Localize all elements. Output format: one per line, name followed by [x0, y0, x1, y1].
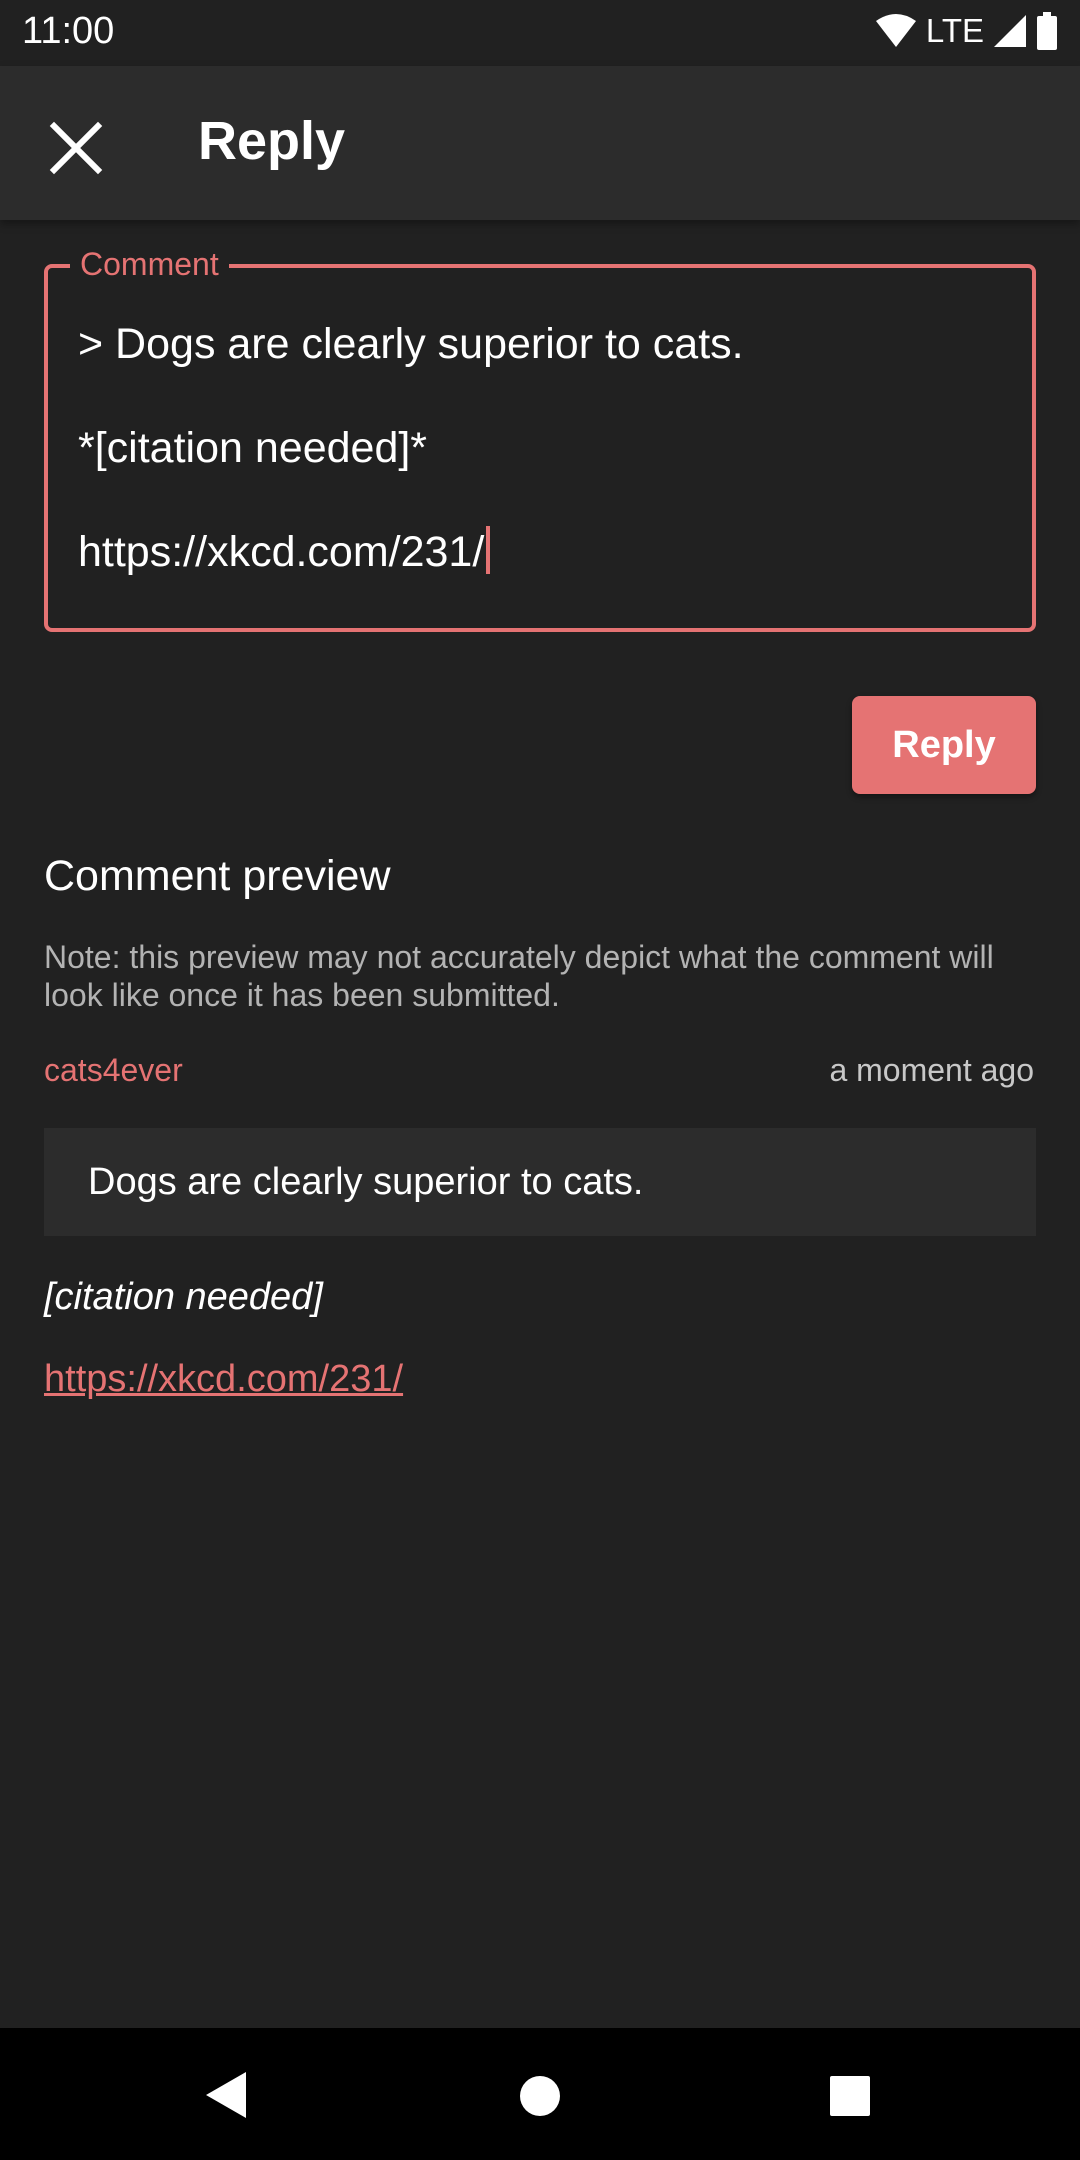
battery-icon	[1037, 12, 1057, 50]
preview-heading: Comment preview	[44, 852, 391, 900]
signal-icon	[994, 15, 1026, 47]
preview-italic-text: [citation needed]	[44, 1276, 323, 1318]
preview-note: Note: this preview may not accurately de…	[44, 939, 994, 1013]
preview-quote: Dogs are clearly superior to cats.	[44, 1128, 1036, 1236]
preview-quote-text: Dogs are clearly superior to cats.	[88, 1160, 644, 1203]
navigation-bar	[0, 2028, 1080, 2160]
status-icons: LTE	[874, 12, 1058, 50]
network-type: LTE	[925, 12, 984, 49]
page-title: Reply	[198, 111, 346, 171]
text-cursor	[486, 526, 491, 574]
comment-author[interactable]: cats4ever	[44, 1052, 183, 1089]
close-icon	[49, 121, 103, 175]
comment-field-label: Comment	[70, 246, 229, 283]
back-icon[interactable]	[204, 2070, 248, 2120]
home-icon[interactable]	[518, 2074, 562, 2118]
status-time: 11:00	[22, 10, 115, 52]
recents-icon[interactable]	[828, 2074, 872, 2118]
preview-link[interactable]: https://xkcd.com/231/	[44, 1358, 403, 1401]
comment-timestamp: a moment ago	[829, 1052, 1034, 1088]
reply-button[interactable]: Reply	[852, 696, 1036, 794]
comment-field[interactable]: Comment > Dogs are clearly superior to c…	[44, 246, 1036, 632]
comment-line-last: https://xkcd.com/231/	[78, 526, 744, 578]
wifi-icon	[875, 14, 916, 47]
app-bar: Reply	[0, 66, 1080, 220]
close-button[interactable]	[44, 116, 108, 180]
comment-line: *[citation needed]*	[78, 424, 428, 472]
status-bar: 11:00 LTE	[0, 0, 1080, 66]
comment-line: > Dogs are clearly superior to cats.	[78, 320, 744, 368]
comment-line-text: https://xkcd.com/231/	[78, 528, 485, 576]
comment-text[interactable]: > Dogs are clearly superior to cats. *[c…	[78, 318, 744, 578]
